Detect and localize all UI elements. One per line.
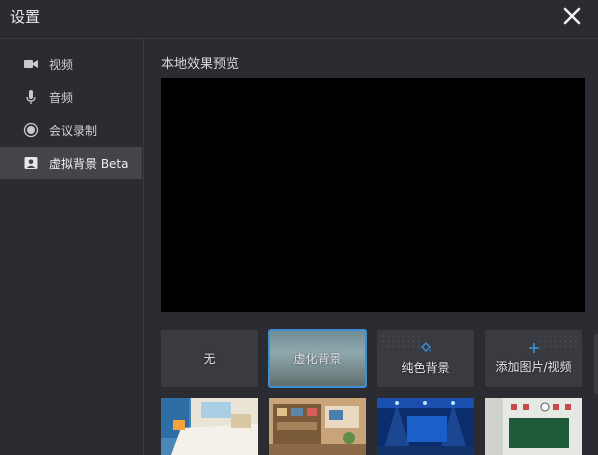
option-label: 虚化背景 <box>293 352 342 366</box>
dot-pattern <box>538 334 578 350</box>
option-label: 添加图片/视频 <box>495 360 572 374</box>
sidebar-item-audio[interactable]: 音频 <box>0 81 142 113</box>
dot-pattern <box>381 334 421 350</box>
bedroom-image <box>161 398 258 455</box>
local-preview-video <box>161 78 585 312</box>
close-button[interactable] <box>560 4 584 28</box>
settings-sidebar: 视频 音频 会议录制 虚拟背景 Beta <box>0 39 144 455</box>
window-title: 设置 <box>10 8 41 26</box>
virtual-background-panel: 本地效果预览 无 虚化背景 纯色背景 添加图片/视频 <box>144 39 598 455</box>
living-room-image <box>269 398 366 455</box>
sidebar-item-virtual-background[interactable]: 虚拟背景 Beta <box>0 147 142 179</box>
microphone-icon <box>23 89 39 105</box>
sidebar-item-label: 会议录制 <box>49 123 98 138</box>
thumbnail-bedroom[interactable] <box>161 398 258 455</box>
thumbnail-classroom[interactable] <box>485 398 582 455</box>
title-bar: 设置 <box>0 0 598 39</box>
classroom-image <box>485 398 582 455</box>
preview-title: 本地效果预览 <box>161 57 240 72</box>
scrollbar[interactable] <box>594 334 598 394</box>
option-label: 纯色背景 <box>401 361 450 375</box>
option-solid-color[interactable]: 纯色背景 <box>377 330 474 387</box>
option-blur-background[interactable]: 虚化背景 <box>268 329 367 388</box>
sidebar-item-label: 视频 <box>49 57 74 72</box>
close-icon <box>563 7 581 25</box>
stage-image <box>377 398 474 455</box>
record-icon <box>23 122 39 138</box>
option-add-image-video[interactable]: 添加图片/视频 <box>485 330 582 387</box>
option-label: 无 <box>203 352 216 366</box>
option-none[interactable]: 无 <box>161 330 258 387</box>
sidebar-item-label: 虚拟背景 Beta <box>49 156 129 171</box>
thumbnail-stage[interactable] <box>377 398 474 455</box>
sidebar-item-recording[interactable]: 会议录制 <box>0 114 142 146</box>
portrait-icon <box>23 155 39 171</box>
thumbnail-living-room[interactable] <box>269 398 366 455</box>
sidebar-item-label: 音频 <box>49 90 74 105</box>
sidebar-item-video[interactable]: 视频 <box>0 48 142 80</box>
video-camera-icon <box>23 56 39 72</box>
